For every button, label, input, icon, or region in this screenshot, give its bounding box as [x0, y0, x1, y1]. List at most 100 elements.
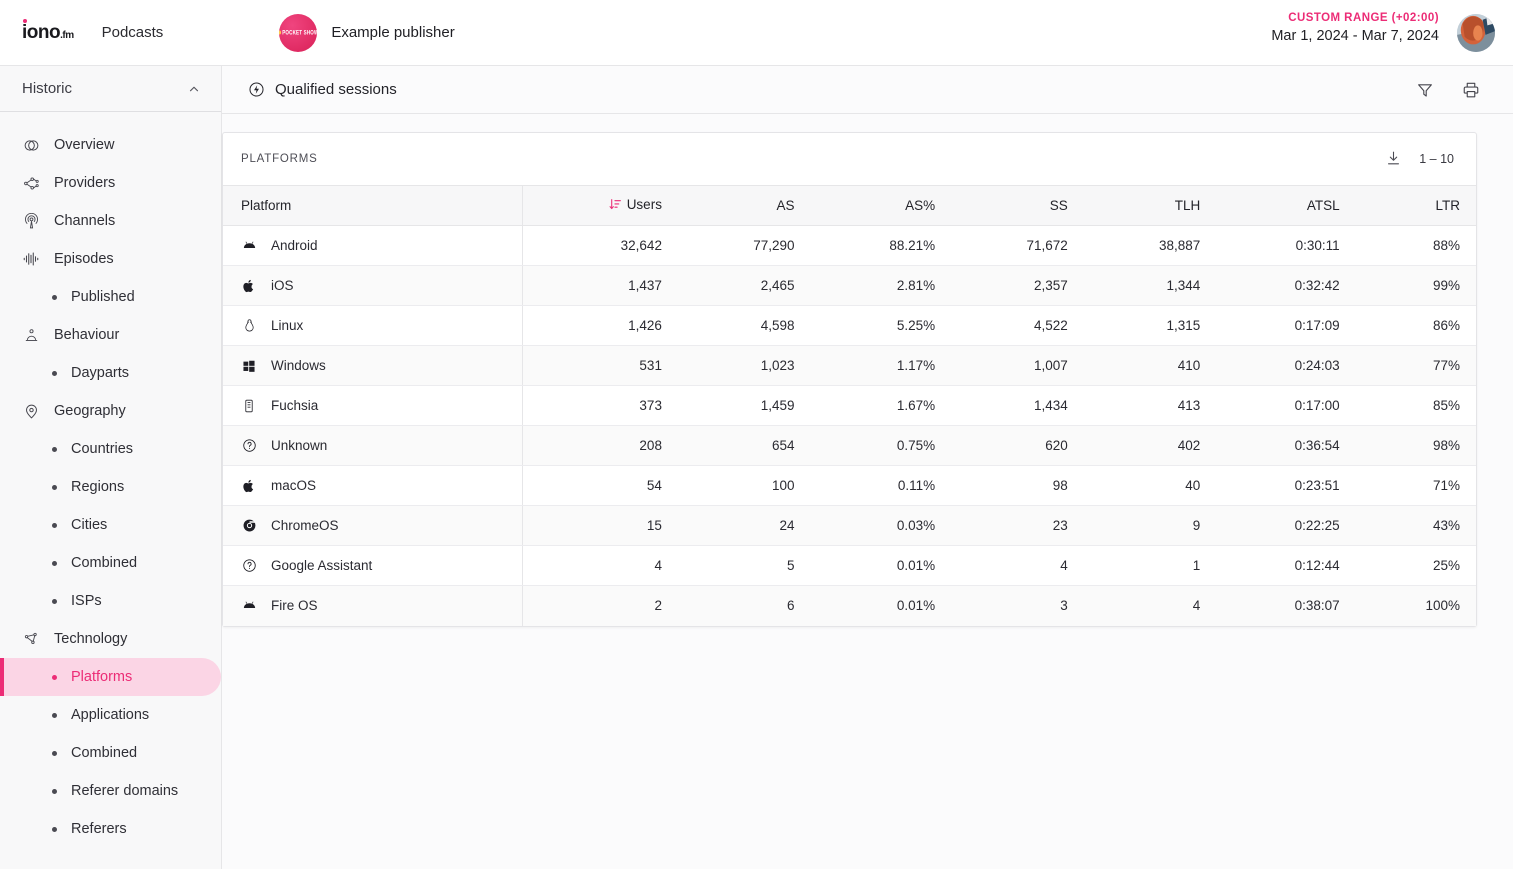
sidebar-header[interactable]: Historic — [0, 66, 221, 112]
nav-podcasts[interactable]: Podcasts — [102, 24, 164, 41]
pagination-range[interactable]: 1 – 10 — [1419, 152, 1454, 166]
table-row[interactable]: Android 32,642 77,290 88.21% 71,672 38,8… — [223, 225, 1476, 266]
overview-icon — [22, 136, 40, 154]
windows-icon — [241, 358, 257, 374]
sidebar-item-label: Published — [71, 289, 135, 305]
cell-tlh: 9 — [1083, 505, 1217, 546]
sidebar-item-geography[interactable]: Geography — [0, 392, 221, 430]
download-icon[interactable] — [1385, 150, 1403, 168]
geography-icon — [22, 402, 40, 420]
sidebar-item-providers[interactable]: Providers — [0, 164, 221, 202]
cell-ltr: 100% — [1425, 598, 1460, 614]
sidebar-item-platforms[interactable]: Platforms — [0, 658, 221, 696]
bullet-icon — [52, 674, 57, 680]
cell-ss: 3 — [1060, 598, 1068, 614]
filter-icon[interactable] — [1415, 80, 1435, 100]
apple-icon — [241, 278, 257, 294]
cell-atsl: 0:17:00 — [1216, 385, 1356, 426]
table-row[interactable]: macOS 54 100 0.11% 98 40 0:23:51 71% — [223, 465, 1476, 506]
cell-ss: 4,522 — [951, 305, 1084, 346]
column-header-users[interactable]: Users — [522, 185, 678, 226]
sidebar-item-behaviour[interactable]: Behaviour — [0, 316, 221, 354]
cell-ltr: 86% — [1355, 305, 1476, 346]
publisher-selector[interactable]: POCKET SHOW Example publisher — [279, 13, 455, 52]
table-row[interactable]: Unknown 208 654 0.75% 620 402 0:36:54 98… — [223, 425, 1476, 466]
print-icon[interactable] — [1461, 80, 1481, 100]
cell-users: 531 — [522, 345, 678, 386]
sidebar-item-geography-combined[interactable]: Combined — [0, 544, 221, 582]
sidebar-item-label: Cities — [71, 517, 108, 533]
sidebar-item-published[interactable]: Published — [0, 278, 221, 316]
bullet-icon — [52, 560, 57, 566]
date-range-picker[interactable]: CUSTOM RANGE (+02:00) Mar 1, 2024 - Mar … — [1271, 12, 1439, 44]
cell-as: 5 — [677, 545, 811, 586]
table-header: Platform Users AS AS% SS TLH ATSL LTR — [223, 185, 1476, 226]
table-row[interactable]: Windows 531 1,023 1.17% 1,007 410 0:24:0… — [223, 345, 1476, 386]
android-icon — [241, 598, 257, 614]
sort-descending-icon — [609, 198, 622, 211]
column-header-ltr[interactable]: LTR — [1355, 185, 1476, 226]
main-content: Qualified sessions PLATFORMS 1 – 10 Plat… — [222, 66, 1513, 869]
sidebar-item-cities[interactable]: Cities — [0, 506, 221, 544]
sidebar-item-label: Technology — [54, 631, 128, 647]
platform-name: Windows — [271, 358, 326, 373]
sidebar-item-referers[interactable]: Referers — [0, 810, 221, 848]
page-title: Qualified sessions — [248, 81, 397, 98]
cell-platform: Unknown — [223, 425, 524, 466]
sidebar-item-technology-combined[interactable]: Combined — [0, 734, 221, 772]
cell-users: 373 — [522, 385, 678, 426]
column-header-platform[interactable]: Platform — [223, 185, 523, 226]
sidebar-item-isps[interactable]: ISPs — [0, 582, 221, 620]
logo-suffix: .fm — [60, 30, 74, 41]
cell-ss: 2,357 — [951, 265, 1084, 306]
table-row[interactable]: iOS 1,437 2,465 2.81% 2,357 1,344 0:32:4… — [223, 265, 1476, 306]
unknown-icon — [241, 558, 257, 574]
cell-ltr: 88% — [1355, 225, 1476, 266]
cell-ss: 98 — [951, 465, 1084, 506]
date-range-value: Mar 1, 2024 - Mar 7, 2024 — [1271, 28, 1439, 44]
platform-name: Android — [271, 238, 318, 253]
sidebar-item-technology[interactable]: Technology — [0, 620, 221, 658]
behaviour-icon — [22, 326, 40, 344]
table-row[interactable]: Google Assistant 4 5 0.01% 4 1 0:12:44 2… — [223, 545, 1476, 586]
sidebar-item-label: Referer domains — [71, 783, 179, 799]
sidebar-item-countries[interactable]: Countries — [0, 430, 221, 468]
column-header-as[interactable]: AS — [677, 185, 811, 226]
cell-as-percent: 0.75% — [810, 425, 952, 466]
iono-logo[interactable]: iono.fm — [22, 19, 74, 42]
column-header-atsl[interactable]: ATSL — [1216, 185, 1356, 226]
cell-platform: Android — [223, 225, 524, 266]
sidebar-item-episodes[interactable]: Episodes — [0, 240, 221, 278]
card-title: PLATFORMS — [241, 153, 318, 165]
page-body: Historic Overview Providers Channels Epi… — [0, 66, 1513, 869]
column-header-ss[interactable]: SS — [951, 185, 1084, 226]
bullet-icon — [52, 750, 57, 756]
table-header-row: Platform Users AS AS% SS TLH ATSL LTR — [223, 185, 1476, 226]
column-header-tlh[interactable]: TLH — [1083, 185, 1217, 226]
sidebar-item-channels[interactable]: Channels — [0, 202, 221, 240]
platform-name: ChromeOS — [271, 518, 339, 533]
apple-icon — [241, 478, 257, 494]
cell-ltr: 98% — [1355, 425, 1476, 466]
table-row[interactable]: Fire OS 2 6 0.01% 3 4 0:38:07 100% — [223, 585, 1476, 626]
sidebar-item-label: Channels — [54, 213, 116, 229]
sidebar-item-overview[interactable]: Overview — [0, 126, 221, 164]
table-row[interactable]: ChromeOS 15 24 0.03% 23 9 0:22:25 43% — [223, 505, 1476, 546]
cell-tlh: 4 — [1192, 598, 1201, 614]
table-row[interactable]: Fuchsia 373 1,459 1.67% 1,434 413 0:17:0… — [223, 385, 1476, 426]
sidebar-item-referer-domains[interactable]: Referer domains — [0, 772, 221, 810]
sidebar-item-dayparts[interactable]: Dayparts — [0, 354, 221, 392]
sidebar-item-label: Dayparts — [71, 365, 130, 381]
sidebar-item-regions[interactable]: Regions — [0, 468, 221, 506]
chevron-up-icon[interactable] — [187, 82, 201, 96]
sidebar-item-applications[interactable]: Applications — [0, 696, 221, 734]
card-header: PLATFORMS 1 – 10 — [223, 133, 1476, 185]
publisher-avatar: POCKET SHOW — [279, 13, 318, 52]
user-avatar[interactable] — [1457, 14, 1495, 52]
sidebar-item-label: Referers — [71, 821, 127, 837]
table-row[interactable]: Linux 1,426 4,598 5.25% 4,522 1,315 0:17… — [223, 305, 1476, 346]
cell-platform: ChromeOS — [223, 505, 524, 546]
column-header-as-percent[interactable]: AS% — [810, 185, 952, 226]
brand-area[interactable]: iono.fm Podcasts — [0, 19, 164, 42]
bullet-icon — [52, 294, 57, 300]
